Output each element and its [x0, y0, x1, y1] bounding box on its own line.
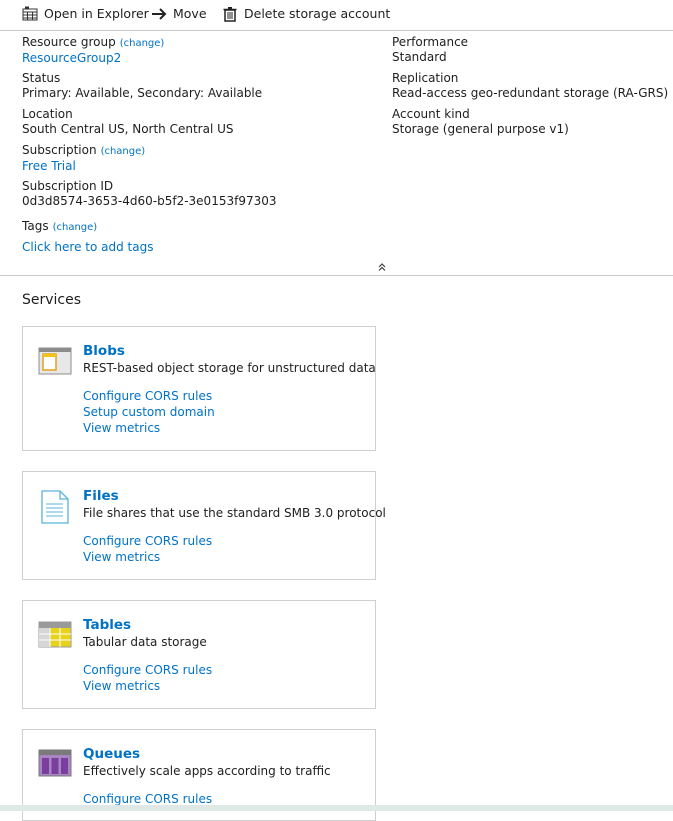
essentials-divider	[0, 275, 673, 276]
resource-group-link[interactable]: ResourceGroup2	[22, 51, 164, 66]
tags-field: Tags (change) Click here to add tags	[22, 219, 153, 255]
subscription-change-link[interactable]: (change)	[101, 146, 146, 157]
performance-value: Standard	[392, 50, 447, 64]
subscription-id-label: Subscription ID	[22, 179, 114, 193]
files-view-metrics-link[interactable]: View metrics	[83, 549, 212, 565]
account-kind-value: Storage (general purpose v1)	[392, 122, 569, 136]
command-bar: Open in Explorer Move Delete storage acc…	[0, 0, 673, 31]
resource-group-change-link[interactable]: (change)	[120, 38, 165, 49]
blobs-setup-custom-domain-link[interactable]: Setup custom domain	[83, 404, 215, 420]
tables-description: Tabular data storage	[83, 635, 207, 649]
location-value: South Central US, North Central US	[22, 122, 234, 136]
file-share-icon	[38, 490, 72, 524]
subscription-field: Subscription (change) Free Trial	[22, 143, 145, 174]
subscription-link[interactable]: Free Trial	[22, 159, 145, 174]
delete-storage-account-label: Delete storage account	[244, 6, 391, 21]
storage-explorer-icon	[22, 6, 38, 22]
delete-storage-account-button[interactable]: Delete storage account	[222, 5, 390, 23]
bottom-scroll-edge	[0, 805, 673, 811]
subscription-id-field: Subscription ID 0d3d8574-3653-4d60-b5f2-…	[22, 179, 277, 209]
subscription-id-value: 0d3d8574-3653-4d60-b5f2-3e0153f97303	[22, 194, 277, 208]
account-kind-field: Account kind Storage (general purpose v1…	[392, 107, 569, 137]
status-value: Primary: Available, Secondary: Available	[22, 86, 263, 100]
tables-view-metrics-link[interactable]: View metrics	[83, 678, 212, 694]
performance-field: Performance Standard	[392, 35, 468, 65]
queue-icon	[38, 748, 72, 778]
queues-title[interactable]: Queues	[83, 746, 140, 762]
files-card: Files File shares that use the standard …	[22, 471, 386, 580]
location-field: Location South Central US, North Central…	[22, 107, 234, 137]
subscription-label: Subscription	[22, 143, 97, 157]
open-in-explorer-label: Open in Explorer	[44, 6, 149, 21]
table-icon	[38, 619, 72, 649]
account-kind-label: Account kind	[392, 107, 470, 121]
performance-label: Performance	[392, 35, 469, 49]
add-tags-link[interactable]: Click here to add tags	[22, 240, 153, 255]
move-label: Move	[173, 6, 207, 21]
tags-change-link[interactable]: (change)	[53, 222, 98, 233]
blobs-card: Blobs REST-based object storage for unst…	[22, 326, 376, 451]
location-label: Location	[22, 107, 73, 121]
services-heading: Services	[22, 292, 82, 308]
blob-container-icon	[38, 345, 72, 375]
tables-configure-cors-link[interactable]: Configure CORS rules	[83, 662, 212, 678]
arrow-right-icon	[151, 6, 167, 22]
status-label: Status	[22, 71, 61, 85]
tables-card: Tables Tabular data storage Configure CO…	[22, 600, 376, 709]
resource-group-label: Resource group	[22, 35, 116, 49]
files-description: File shares that use the standard SMB 3.…	[83, 506, 386, 520]
blobs-view-metrics-link[interactable]: View metrics	[83, 420, 215, 436]
blobs-title[interactable]: Blobs	[83, 343, 125, 359]
open-in-explorer-button[interactable]: Open in Explorer	[22, 5, 149, 23]
blobs-configure-cors-link[interactable]: Configure CORS rules	[83, 388, 215, 404]
tags-label: Tags	[22, 219, 49, 233]
resource-group-field: Resource group (change) ResourceGroup2	[22, 35, 164, 66]
files-configure-cors-link[interactable]: Configure CORS rules	[83, 533, 212, 549]
collapse-essentials-icon[interactable]	[374, 262, 390, 274]
blobs-description: REST-based object storage for unstructur…	[83, 361, 376, 375]
move-button[interactable]: Move	[151, 5, 207, 23]
files-title[interactable]: Files	[83, 488, 119, 504]
status-field: Status Primary: Available, Secondary: Av…	[22, 71, 262, 101]
replication-label: Replication	[392, 71, 459, 85]
trash-icon	[222, 6, 238, 22]
replication-field: Replication Read-access geo-redundant st…	[392, 71, 668, 101]
queues-description: Effectively scale apps according to traf…	[83, 764, 331, 778]
replication-value: Read-access geo-redundant storage (RA-GR…	[392, 86, 669, 100]
tables-title[interactable]: Tables	[83, 617, 131, 633]
